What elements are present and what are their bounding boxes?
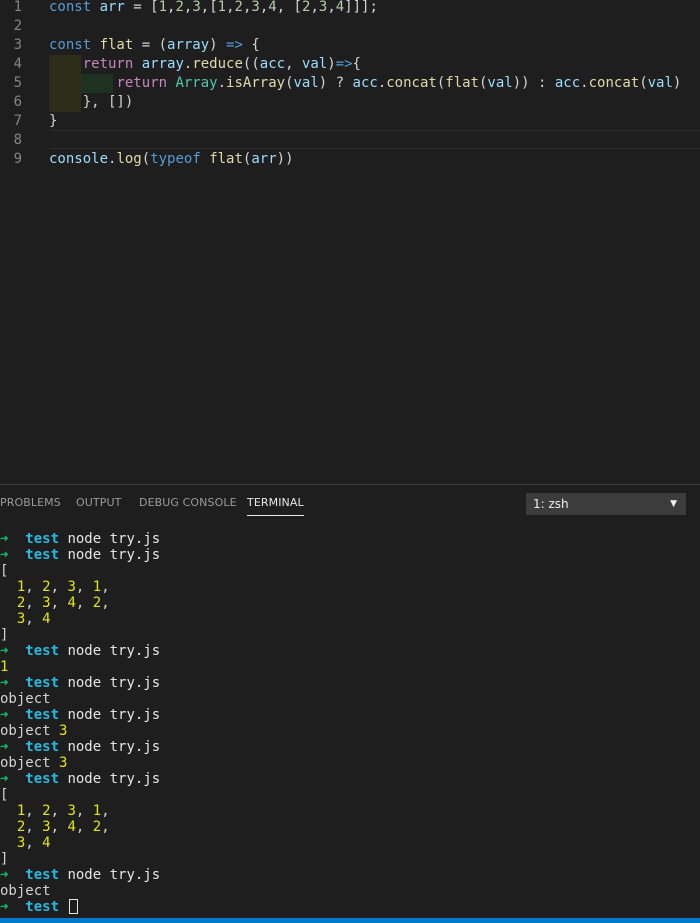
prompt-arrow-icon: ➜	[0, 643, 26, 659]
prompt-arrow-icon: ➜	[0, 675, 26, 691]
code-text: return Array.isArray(val) ? acc.concat(f…	[116, 75, 682, 91]
terminal-select-value: 1: zsh	[533, 497, 569, 511]
line-number: 2	[13, 18, 22, 34]
line-number: 6	[13, 94, 22, 110]
terminal-output-line: object	[0, 691, 51, 707]
prompt-command: node try.js	[59, 771, 161, 787]
prompt-directory: test	[25, 707, 60, 723]
prompt-directory: test	[25, 547, 60, 563]
code-text: }	[49, 113, 58, 129]
terminal-prompt-line: ➜ test node try.js	[0, 867, 160, 883]
code-line: 2	[0, 17, 700, 36]
panel-tabs: PROBLEMS OUTPUT DEBUG CONSOLE TERMINAL 1…	[0, 485, 700, 521]
terminal-output-line: ]	[0, 851, 9, 867]
prompt-directory: test	[25, 771, 60, 787]
terminal-prompt-line: ➜ test node try.js	[0, 739, 160, 755]
terminal-output-line: 2, 3, 4, 2,	[16, 819, 110, 835]
terminal-output-line: ]	[0, 627, 9, 643]
chevron-down-icon: ▼	[670, 499, 677, 509]
line-number: 9	[13, 151, 22, 167]
prompt-arrow-icon: ➜	[0, 547, 26, 563]
line-number: 3	[13, 37, 22, 53]
tab-problems[interactable]: PROBLEMS	[0, 496, 61, 509]
code-text: const flat = (array) => {	[49, 37, 260, 53]
prompt-directory: test	[25, 675, 60, 691]
prompt-command	[59, 899, 67, 915]
terminal-prompt-line: ➜ test node try.js	[0, 707, 160, 723]
prompt-directory: test	[25, 867, 60, 883]
terminal-prompt-line: ➜ test	[0, 899, 79, 915]
code-line: 3 const flat = (array) => {	[0, 36, 700, 55]
prompt-command: node try.js	[59, 675, 161, 691]
code-text: return array.reduce((acc, val)=>{	[82, 56, 361, 72]
code-line: 9 console.log(typeof flat(arr))	[0, 150, 700, 169]
prompt-command: node try.js	[59, 531, 161, 547]
terminal-select[interactable]: 1: zsh ▼	[526, 493, 686, 515]
code-line: 7}	[0, 112, 700, 131]
prompt-arrow-icon: ➜	[0, 739, 26, 755]
code-text: console.log(typeof flat(arr))	[49, 151, 294, 167]
line-number: 4	[13, 56, 22, 72]
prompt-arrow-icon: ➜	[0, 771, 26, 787]
terminal-prompt-line: ➜ test node try.js	[0, 531, 160, 547]
terminal-output-line: 1	[0, 659, 9, 675]
prompt-directory: test	[25, 739, 60, 755]
terminal-prompt-line: ➜ test node try.js	[0, 643, 160, 659]
line-number: 7	[13, 113, 22, 129]
code-text: }, [])	[49, 94, 134, 110]
code-line: 4 return array.reduce((acc, val)=>{	[0, 55, 700, 74]
prompt-command: node try.js	[59, 707, 161, 723]
line-number: 1	[13, 0, 22, 15]
prompt-command: node try.js	[59, 867, 161, 883]
tab-debug-console[interactable]: DEBUG CONSOLE	[139, 496, 237, 509]
prompt-command: node try.js	[59, 547, 161, 563]
terminal-output-line: 1, 2, 3, 1,	[16, 579, 110, 595]
prompt-arrow-icon: ➜	[0, 707, 26, 723]
terminal-output-line: [	[0, 563, 9, 579]
prompt-arrow-icon: ➜	[0, 899, 26, 915]
code-line: 8	[0, 131, 700, 150]
terminal-output-line: 2, 3, 4, 2,	[16, 595, 110, 611]
terminal-output-line: 3, 4	[16, 835, 51, 851]
code-line: 6 }, [])	[0, 93, 700, 112]
terminal-output-line: object	[0, 883, 51, 899]
prompt-directory: test	[25, 531, 60, 547]
terminal-prompt-line: ➜ test node try.js	[0, 675, 160, 691]
prompt-directory: test	[25, 643, 60, 659]
bottom-panel: PROBLEMS OUTPUT DEBUG CONSOLE TERMINAL 1…	[0, 484, 700, 923]
prompt-command: node try.js	[59, 643, 161, 659]
terminal-output-line: [	[0, 787, 9, 803]
terminal-output-line: 1, 2, 3, 1,	[16, 803, 110, 819]
prompt-arrow-icon: ➜	[0, 531, 26, 547]
tab-output[interactable]: OUTPUT	[76, 496, 121, 509]
terminal-output-line: object 3	[0, 755, 68, 771]
line-number: 8	[13, 132, 22, 148]
tab-terminal[interactable]: TERMINAL	[247, 496, 304, 516]
terminal-cursor[interactable]	[69, 899, 79, 914]
code-line: 1 const arr = [1,2,3,[1,2,3,4, [2,3,4]]];	[0, 0, 700, 17]
line-number: 5	[13, 75, 22, 91]
code-editor[interactable]: 1 const arr = [1,2,3,[1,2,3,4, [2,3,4]]];…	[0, 0, 700, 484]
prompt-command: node try.js	[59, 739, 161, 755]
terminal-prompt-line: ➜ test node try.js	[0, 547, 160, 563]
code-text: const arr = [1,2,3,[1,2,3,4, [2,3,4]]];	[49, 0, 378, 15]
terminal-output-line: object 3	[0, 723, 68, 739]
status-bar	[0, 918, 700, 923]
code-line: 5 return Array.isArray(val) ? acc.concat…	[0, 74, 700, 93]
prompt-arrow-icon: ➜	[0, 867, 26, 883]
terminal-output-line: 3, 4	[16, 611, 51, 627]
prompt-directory: test	[25, 899, 60, 915]
terminal-prompt-line: ➜ test node try.js	[0, 771, 160, 787]
